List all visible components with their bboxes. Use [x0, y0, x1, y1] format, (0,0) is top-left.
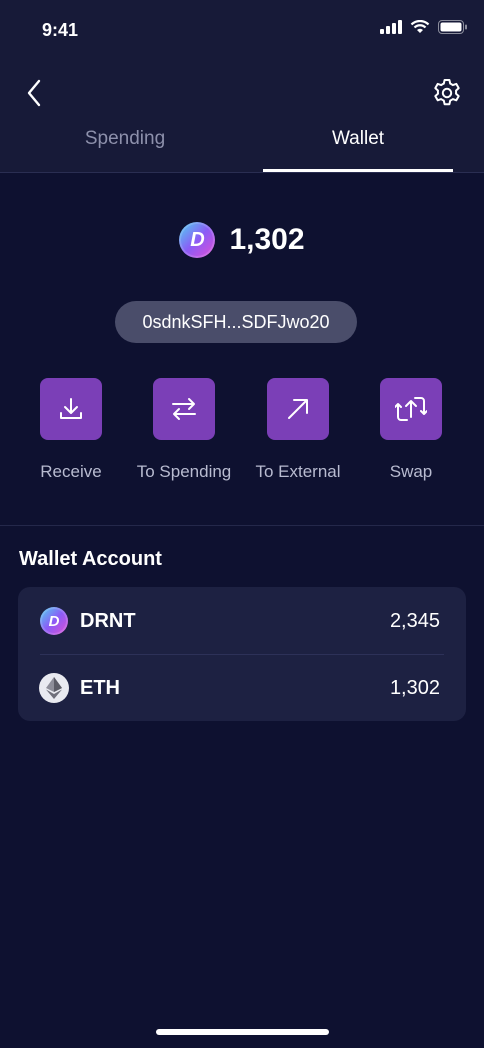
swap-action[interactable]: Swap — [351, 378, 471, 488]
token-amount: 2,345 — [389, 609, 440, 632]
wallet-account-title: Wallet Account — [19, 548, 162, 570]
tab-bar: Spending Wallet — [0, 120, 484, 172]
token-row-eth[interactable]: ETH 1,302 — [18, 655, 466, 721]
drnt-token-icon: D — [39, 606, 69, 636]
drnt-coin-icon: D — [179, 222, 216, 258]
wallet-address-pill[interactable]: 0sdnkSFH...SDFJwo20 — [115, 301, 357, 343]
balance-display: D 1,302 — [0, 222, 484, 258]
download-icon — [60, 398, 82, 419]
swap-label: Swap — [389, 462, 433, 481]
receive-action[interactable]: Receive — [11, 378, 131, 488]
gear-icon — [434, 79, 460, 106]
balance-value: 1,302 — [229, 223, 305, 256]
ethereum-icon — [39, 673, 69, 703]
section-divider — [0, 525, 484, 526]
to-external-label: To External — [255, 462, 341, 481]
header-divider — [0, 172, 484, 173]
token-amount: 1,302 — [389, 676, 440, 699]
arrow-up-right-icon — [288, 399, 308, 419]
status-icons — [380, 20, 468, 34]
swap-icon — [395, 397, 427, 421]
token-name: DRNT — [80, 609, 136, 632]
battery-icon — [438, 20, 467, 34]
to-external-action[interactable]: To External — [238, 378, 358, 488]
tab-wallet[interactable]: Wallet — [263, 128, 453, 172]
swap-button[interactable] — [380, 378, 442, 440]
to-spending-label: To Spending — [136, 462, 232, 481]
token-name: ETH — [80, 676, 120, 699]
status-time: 9:41 — [42, 20, 79, 40]
receive-label: Receive — [40, 462, 102, 481]
signal-icon — [380, 20, 402, 34]
drnt-coin-icon: D — [40, 607, 68, 635]
action-row: Receive To Spending To External Swap — [0, 378, 484, 488]
token-row-drnt[interactable]: D DRNT 2,345 — [18, 588, 466, 654]
home-indicator — [156, 1029, 329, 1035]
status-bar: 9:41 — [0, 0, 484, 60]
wallet-account-card: D DRNT 2,345 ETH 1,302 — [18, 587, 466, 721]
wifi-icon — [410, 20, 430, 33]
to-external-button[interactable] — [267, 378, 329, 440]
transfer-arrows-icon — [172, 398, 196, 420]
to-spending-button[interactable] — [153, 378, 215, 440]
settings-button[interactable] — [430, 76, 464, 110]
to-spending-action[interactable]: To Spending — [124, 378, 244, 488]
eth-token-icon — [39, 673, 69, 703]
back-button[interactable] — [20, 76, 48, 110]
tab-spending[interactable]: Spending — [30, 128, 220, 172]
chevron-left-icon — [27, 79, 41, 107]
receive-button[interactable] — [40, 378, 102, 440]
